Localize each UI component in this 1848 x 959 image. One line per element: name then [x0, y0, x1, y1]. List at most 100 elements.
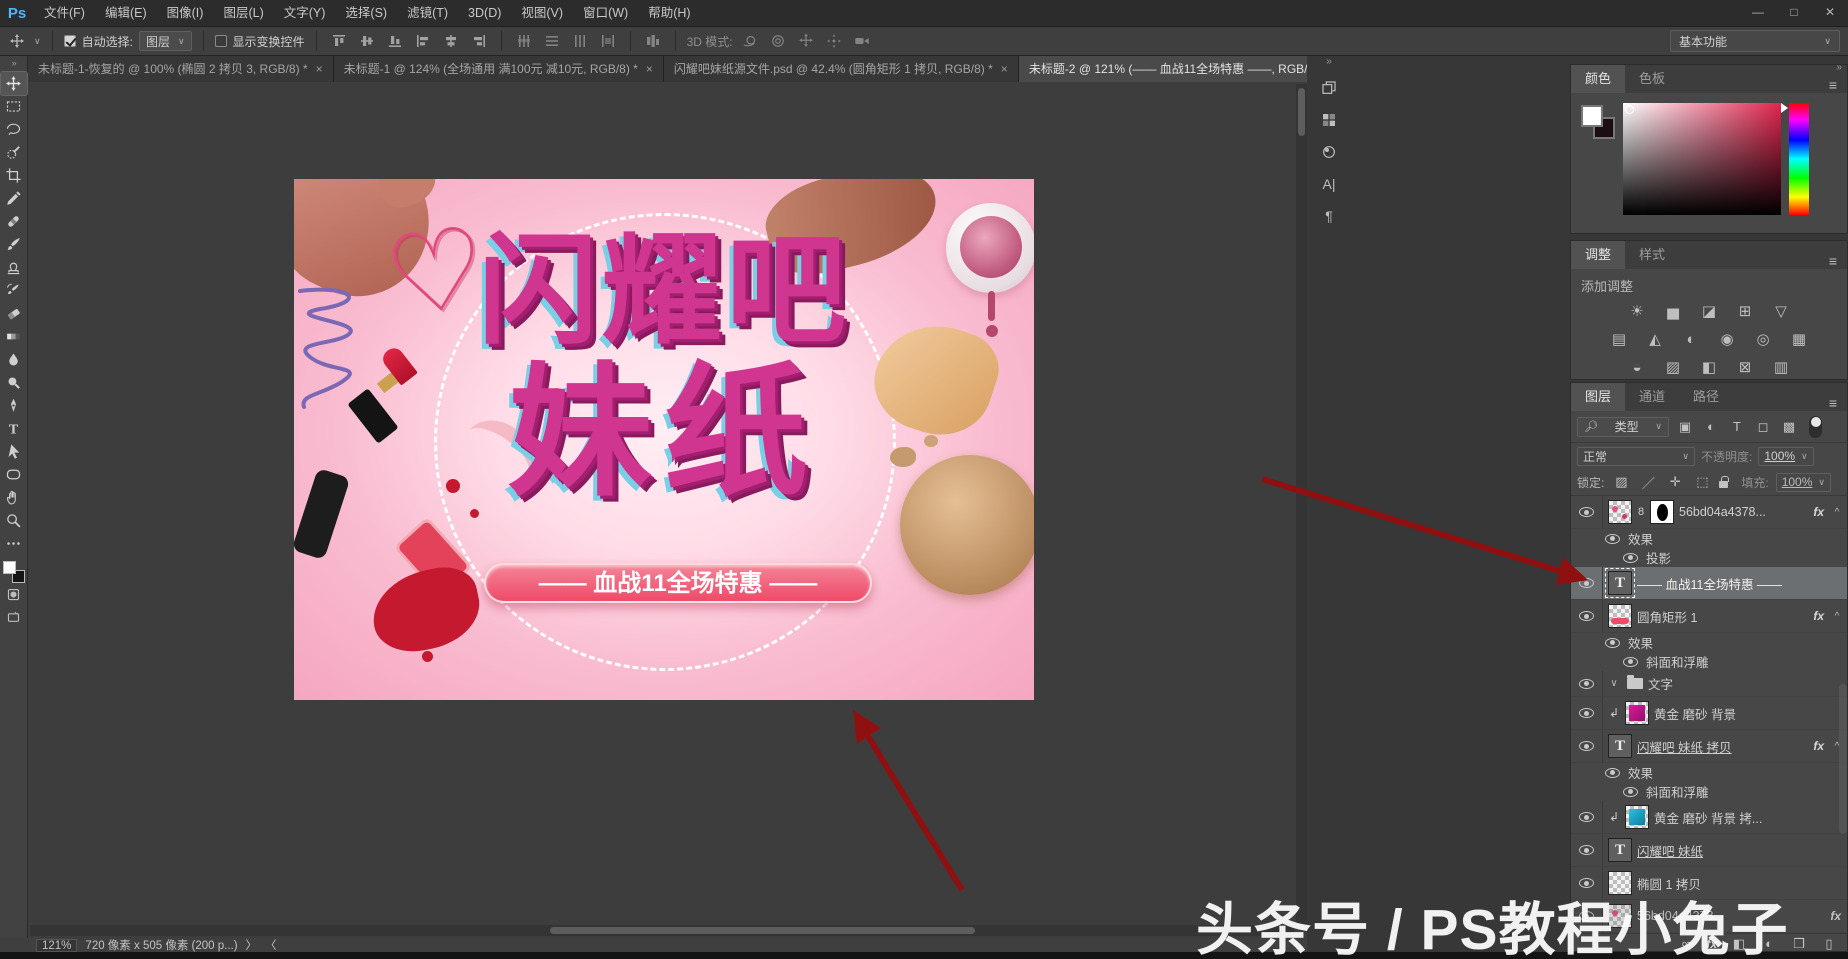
- exposure-icon[interactable]: ⊞: [1732, 300, 1758, 322]
- layer-mask-thumbnail[interactable]: [1650, 500, 1674, 524]
- filter-pixel-layers-icon[interactable]: ▣: [1675, 417, 1695, 437]
- color-swatch-pair[interactable]: [1579, 103, 1615, 213]
- document-tab-2[interactable]: 未标题-1 @ 124% (全场通用 满100元 减10元, RGB/8) *×: [334, 56, 664, 82]
- layer-name[interactable]: 黄金 磨砂 背景: [1654, 704, 1843, 723]
- lock-artboard-icon[interactable]: ⬚: [1692, 472, 1712, 492]
- zoom-tool[interactable]: [1, 509, 27, 532]
- layer-row[interactable]: 椭圆 1 拷贝: [1571, 867, 1847, 900]
- menu-3d[interactable]: 3D(D): [458, 0, 511, 27]
- visibility-eye-icon[interactable]: [1575, 878, 1597, 888]
- foreground-color-swatch[interactable]: [1581, 105, 1603, 127]
- status-back-icon[interactable]: 〈: [265, 937, 277, 953]
- layer-name[interactable]: —— 血战11全场特惠 ——: [1637, 574, 1843, 593]
- fx-badge[interactable]: fx: [1813, 505, 1826, 519]
- fx-badge[interactable]: fx: [1830, 909, 1843, 923]
- lock-position-icon[interactable]: ✛: [1665, 472, 1685, 492]
- fill-field[interactable]: 100%∨: [1776, 473, 1831, 492]
- panels-collapse-icon[interactable]: »: [1836, 62, 1842, 73]
- layer-thumbnail[interactable]: [1608, 904, 1632, 928]
- color-field[interactable]: [1623, 103, 1781, 215]
- color-field-cursor[interactable]: [1625, 105, 1634, 114]
- text-layer-thumbnail[interactable]: T: [1608, 571, 1632, 595]
- scrollbar-thumb[interactable]: [550, 927, 975, 934]
- layer-row[interactable]: 56bd04a4378... fx: [1571, 900, 1847, 933]
- link-layers-icon[interactable]: ∞: [1676, 934, 1696, 954]
- crop-tool[interactable]: [1, 164, 27, 187]
- hue-saturation-icon[interactable]: ▤: [1606, 328, 1632, 350]
- align-top-icon[interactable]: [328, 30, 350, 52]
- align-vcenter-icon[interactable]: [356, 30, 378, 52]
- layer-thumbnail[interactable]: [1625, 805, 1649, 829]
- layer-thumbnail[interactable]: [1608, 500, 1632, 524]
- document-tab-3[interactable]: 闪耀吧妹纸源文件.psd @ 42.4% (圆角矩形 1 拷贝, RGB/8) …: [664, 56, 1019, 82]
- layer-effect-row[interactable]: 斜面和浮雕: [1571, 652, 1847, 671]
- status-arrow-icon[interactable]: 〉: [246, 937, 258, 953]
- posterize-icon[interactable]: ▨: [1660, 356, 1686, 378]
- new-group-icon[interactable]: ❒: [1789, 934, 1809, 954]
- menu-layer[interactable]: 图层(L): [213, 0, 273, 27]
- black-white-icon[interactable]: ◐: [1678, 328, 1704, 350]
- align-bottom-icon[interactable]: [384, 30, 406, 52]
- visibility-eye-icon[interactable]: [1575, 507, 1597, 517]
- group-expand-icon[interactable]: ∨: [1608, 678, 1620, 689]
- menu-edit[interactable]: 编辑(E): [95, 0, 157, 27]
- canvas-area[interactable]: ♡ 闪耀吧 妹纸 —— 血战11全场特惠 ——: [28, 82, 1307, 938]
- brush-tool[interactable]: [1, 233, 27, 256]
- tab-paths[interactable]: 路径: [1679, 383, 1733, 411]
- pen-tool[interactable]: [1, 394, 27, 417]
- tab-color[interactable]: 颜色: [1571, 65, 1625, 93]
- edit-toolbar-icon[interactable]: [1, 532, 27, 555]
- hand-tool[interactable]: [1, 486, 27, 509]
- layer-name[interactable]: 黄金 磨砂 背景 拷...: [1654, 808, 1843, 827]
- align-right-icon[interactable]: [468, 30, 490, 52]
- layer-effect-row[interactable]: 投影: [1571, 548, 1847, 567]
- workspace-switcher-button[interactable]: 基本功能∨: [1670, 30, 1840, 52]
- shape-tool[interactable]: [1, 463, 27, 486]
- layer-effects-row[interactable]: 效果: [1571, 763, 1847, 782]
- vibrance-icon[interactable]: ▽: [1768, 300, 1794, 322]
- distribute-vcenter-icon[interactable]: [541, 30, 563, 52]
- layer-effect-row[interactable]: 斜面和浮雕: [1571, 782, 1847, 801]
- toolbar-expand-icon[interactable]: »: [11, 58, 15, 72]
- distribute-top-icon[interactable]: [513, 30, 535, 52]
- align-hcenter-icon[interactable]: [440, 30, 462, 52]
- eyedropper-tool[interactable]: [1, 187, 27, 210]
- blend-mode-dropdown[interactable]: 正常∨: [1577, 447, 1695, 466]
- layer-name[interactable]: 闪耀吧 妹纸: [1637, 841, 1843, 860]
- layer-row[interactable]: 圆角矩形 1 fx ^: [1571, 600, 1847, 633]
- tab-layers[interactable]: 图层: [1571, 383, 1625, 411]
- filter-shape-layers-icon[interactable]: ◻: [1753, 417, 1773, 437]
- distribute-hcenter-icon[interactable]: [569, 30, 591, 52]
- panel-menu-icon[interactable]: ≡: [1819, 77, 1847, 93]
- gradient-tool[interactable]: [1, 325, 27, 348]
- healing-brush-tool[interactable]: [1, 210, 27, 233]
- gradient-map-icon[interactable]: ⊠: [1732, 356, 1758, 378]
- visibility-eye-icon[interactable]: [1575, 845, 1597, 855]
- document-tab-1[interactable]: 未标题-1-恢复的 @ 100% (椭圆 2 拷贝 3, RGB/8) *×: [28, 56, 334, 82]
- 3d-pan-icon[interactable]: [795, 30, 817, 52]
- layer-name[interactable]: 闪耀吧 妹纸 拷贝: [1637, 737, 1808, 756]
- visibility-eye-icon[interactable]: [1623, 787, 1638, 797]
- 3d-camera-icon[interactable]: [851, 30, 873, 52]
- 3d-slide-icon[interactable]: [823, 30, 845, 52]
- lock-transparency-icon[interactable]: ▨: [1611, 472, 1631, 492]
- visibility-eye-icon[interactable]: [1575, 708, 1597, 718]
- foreground-background-colors[interactable]: [3, 561, 25, 583]
- visibility-eye-icon[interactable]: [1623, 553, 1638, 563]
- text-layer-thumbnail[interactable]: T: [1608, 734, 1632, 758]
- eraser-tool[interactable]: [1, 302, 27, 325]
- shape-layer-thumbnail[interactable]: [1608, 604, 1632, 628]
- menu-filter[interactable]: 滤镜(T): [397, 0, 458, 27]
- layers-scrollbar-thumb[interactable]: [1839, 684, 1847, 834]
- layer-row[interactable]: 8 56bd04a4378... fx ^: [1571, 496, 1847, 529]
- color-lookup-icon[interactable]: ▦: [1786, 328, 1812, 350]
- channel-mixer-icon[interactable]: ◎: [1750, 328, 1776, 350]
- layer-name[interactable]: 56bd04a4378...: [1679, 505, 1808, 519]
- move-tool[interactable]: [1, 72, 27, 95]
- text-layer-thumbnail[interactable]: T: [1608, 838, 1632, 862]
- canvas-horizontal-scrollbar[interactable]: [30, 925, 1294, 936]
- auto-select-dropdown[interactable]: 图层∨: [139, 31, 192, 51]
- layer-row-selected[interactable]: T —— 血战11全场特惠 ——: [1571, 567, 1847, 600]
- history-brush-tool[interactable]: [1, 279, 27, 302]
- photo-filter-icon[interactable]: ◉: [1714, 328, 1740, 350]
